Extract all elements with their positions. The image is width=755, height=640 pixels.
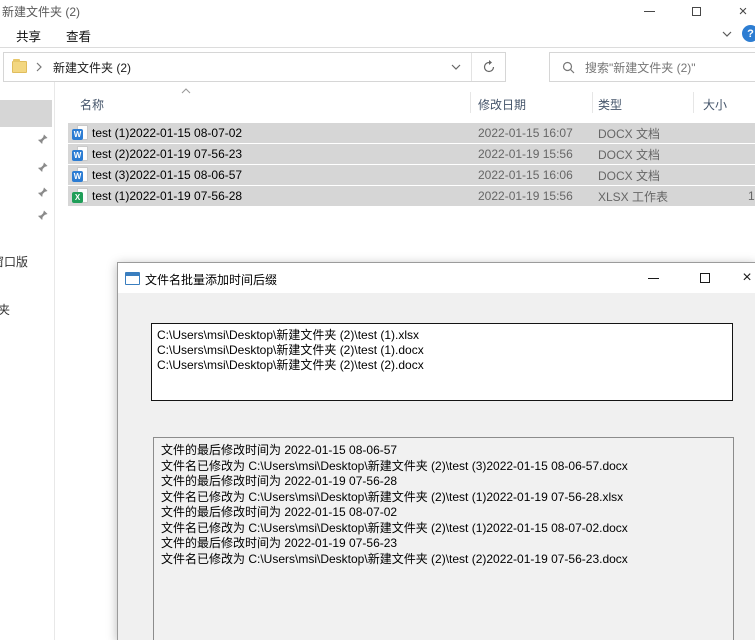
file-paths-textbox[interactable]: C:\Users\msi\Desktop\新建文件夹 (2)\test (1).…	[151, 323, 733, 401]
log-line: 文件的最后修改时间为 2022-01-19 07-56-23	[161, 536, 726, 552]
log-line: 文件名已修改为 C:\Users\msi\Desktop\新建文件夹 (2)\t…	[161, 521, 726, 537]
rename-log-textbox[interactable]: 文件的最后修改时间为 2022-01-15 08-06-57 文件名已修改为 C…	[153, 437, 734, 640]
minimize-icon	[648, 278, 659, 279]
search-icon	[562, 61, 575, 74]
file-row[interactable]: W test (1)2022-01-15 08-07-02 2022-01-15…	[68, 123, 755, 143]
log-line: 文件名已修改为 C:\Users\msi\Desktop\新建文件夹 (2)\t…	[161, 459, 726, 475]
file-size: 1	[748, 189, 755, 203]
dialog-minimize-button[interactable]	[642, 269, 664, 287]
file-name: test (2)2022-01-19 07-56-23	[92, 147, 242, 161]
file-type: DOCX 文档	[598, 146, 660, 163]
maximize-icon	[692, 7, 701, 16]
ribbon-tab-share[interactable]: 共享	[16, 26, 41, 45]
batch-rename-dialog: 文件名批量添加时间后缀 × C:\Users\msi\Desktop\新建文件夹…	[117, 262, 755, 640]
sidebar-item-partial-2[interactable]: 夹	[0, 301, 10, 318]
window-icon	[125, 272, 140, 285]
folder-icon	[12, 61, 27, 73]
column-header-size[interactable]: 大小	[703, 96, 727, 113]
word-doc-icon: W	[72, 125, 88, 141]
sidebar-item-partial-1[interactable]: 窗口版	[0, 253, 28, 270]
excel-sheet-icon: X	[72, 188, 88, 204]
minimize-icon	[644, 11, 655, 12]
file-name: test (1)2022-01-15 08-07-02	[92, 126, 242, 140]
refresh-icon	[482, 60, 496, 74]
dialog-maximize-button[interactable]	[694, 269, 716, 287]
word-doc-icon: W	[72, 167, 88, 183]
file-name: test (1)2022-01-19 07-56-28	[92, 189, 242, 203]
address-dropdown-button[interactable]	[441, 63, 471, 72]
column-header-name[interactable]: 名称	[80, 96, 104, 113]
explorer-window-title: 新建文件夹 (2)	[2, 3, 80, 20]
log-line: 文件名已修改为 C:\Users\msi\Desktop\新建文件夹 (2)\t…	[161, 552, 726, 568]
address-bar[interactable]: 新建文件夹 (2)	[3, 52, 506, 82]
word-doc-icon: W	[72, 146, 88, 162]
close-icon: ×	[739, 4, 748, 19]
ribbon-divider	[0, 47, 755, 48]
breadcrumb[interactable]: 新建文件夹 (2)	[53, 59, 131, 76]
breadcrumb-chevron-icon	[35, 62, 43, 72]
sidebar-selected-item[interactable]	[0, 100, 52, 127]
sort-ascending-icon	[181, 88, 191, 95]
log-line: 文件的最后修改时间为 2022-01-15 08-07-02	[161, 505, 726, 521]
dialog-close-button[interactable]: ×	[736, 269, 755, 287]
file-date: 2022-01-19 15:56	[478, 189, 573, 203]
ribbon-expand-button[interactable]	[720, 29, 734, 39]
close-icon: ×	[742, 270, 751, 286]
log-line: 文件的最后修改时间为 2022-01-19 07-56-28	[161, 474, 726, 490]
dialog-titlebar[interactable]: 文件名批量添加时间后缀 ×	[118, 263, 755, 293]
search-placeholder: 搜索"新建文件夹 (2)"	[585, 59, 696, 76]
path-line: C:\Users\msi\Desktop\新建文件夹 (2)\test (1).…	[157, 343, 727, 358]
path-line: C:\Users\msi\Desktop\新建文件夹 (2)\test (1).…	[157, 328, 727, 343]
refresh-button[interactable]	[472, 60, 505, 74]
file-type: DOCX 文档	[598, 125, 660, 142]
help-button[interactable]: ?	[742, 25, 755, 42]
column-divider[interactable]	[693, 92, 694, 113]
pin-icon[interactable]	[36, 161, 49, 174]
pin-icon[interactable]	[36, 209, 49, 222]
path-line: C:\Users\msi\Desktop\新建文件夹 (2)\test (2).…	[157, 358, 727, 373]
sidebar-divider	[54, 82, 55, 640]
screen: { "explorer": { "title": "新建文件夹 (2)", "w…	[0, 0, 755, 640]
ribbon-tab-view[interactable]: 查看	[66, 26, 91, 45]
column-header-type[interactable]: 类型	[598, 96, 622, 113]
file-date: 2022-01-15 16:07	[478, 126, 573, 140]
column-header-date[interactable]: 修改日期	[478, 96, 526, 113]
chevron-down-icon	[450, 63, 462, 72]
log-line: 文件的最后修改时间为 2022-01-15 08-06-57	[161, 443, 726, 459]
pin-icon[interactable]	[36, 133, 49, 146]
maximize-icon	[700, 273, 710, 283]
file-date: 2022-01-15 16:06	[478, 168, 573, 182]
column-divider[interactable]	[470, 92, 471, 113]
dialog-title: 文件名批量添加时间后缀	[145, 271, 277, 288]
pin-icon[interactable]	[36, 186, 49, 199]
file-name: test (3)2022-01-15 08-06-57	[92, 168, 242, 182]
help-icon: ?	[747, 28, 754, 40]
column-divider[interactable]	[592, 92, 593, 113]
explorer-minimize-button[interactable]	[638, 1, 660, 21]
explorer-maximize-button[interactable]	[685, 1, 707, 21]
file-row[interactable]: W test (3)2022-01-15 08-06-57 2022-01-15…	[68, 165, 755, 185]
file-date: 2022-01-19 15:56	[478, 147, 573, 161]
log-line: 文件名已修改为 C:\Users\msi\Desktop\新建文件夹 (2)\t…	[161, 490, 726, 506]
file-type: DOCX 文档	[598, 167, 660, 184]
file-type: XLSX 工作表	[598, 188, 668, 205]
file-row[interactable]: W test (2)2022-01-19 07-56-23 2022-01-19…	[68, 144, 755, 164]
chevron-down-icon	[720, 29, 734, 39]
explorer-close-button[interactable]: ×	[732, 1, 754, 21]
search-input[interactable]: 搜索"新建文件夹 (2)"	[549, 52, 755, 82]
file-row[interactable]: X test (1)2022-01-19 07-56-28 2022-01-19…	[68, 186, 755, 206]
